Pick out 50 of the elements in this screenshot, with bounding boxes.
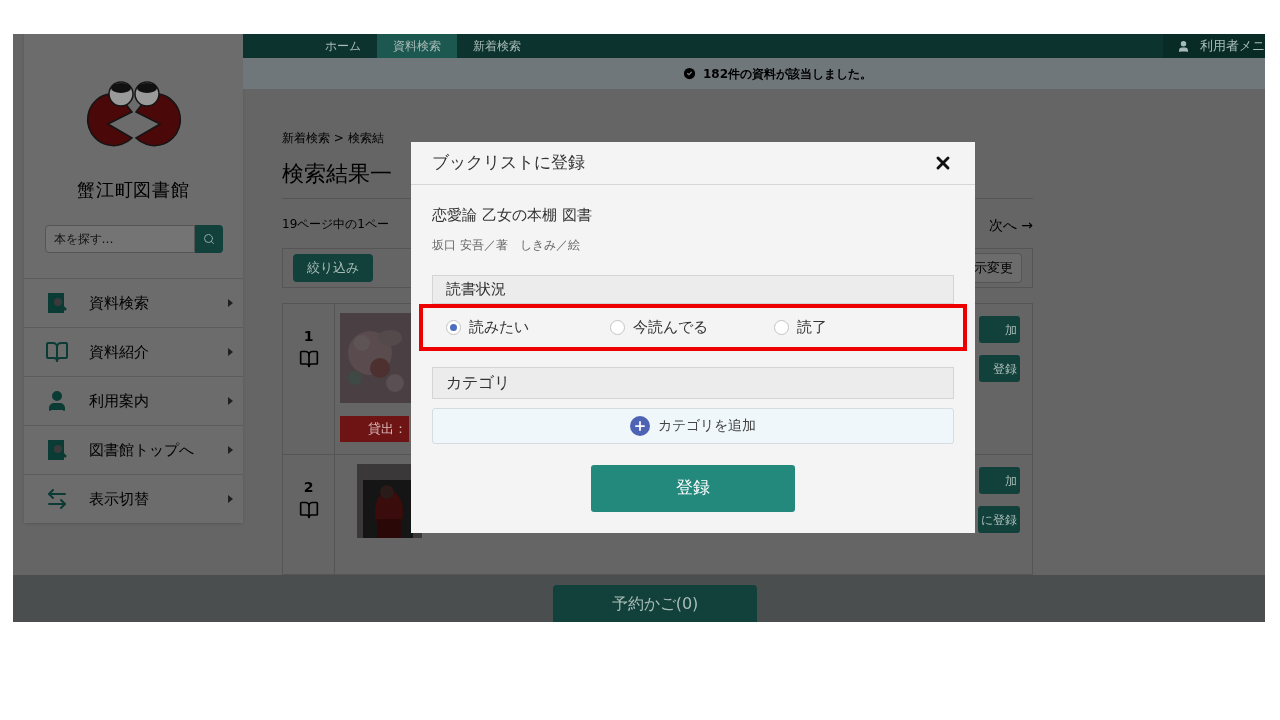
search-icon <box>202 233 215 245</box>
action-button[interactable]: 加 <box>979 467 1020 494</box>
radio-option[interactable]: 今読んでる <box>610 315 774 339</box>
menu-item[interactable]: 図書館トップへ <box>24 425 243 474</box>
nav-tab[interactable]: ホーム <box>309 34 377 59</box>
menu-item[interactable]: 資料検索 <box>24 278 243 327</box>
book-search-icon <box>45 438 69 462</box>
swap-arrows-icon <box>45 487 69 511</box>
book-authors: 坂口 安吾／著 しきみ／絵 <box>432 236 581 254</box>
section-header: カテゴリ <box>432 366 954 399</box>
next-link[interactable]: 次へ → <box>988 215 1033 236</box>
caret-icon <box>228 446 233 454</box>
breadcrumb: 新着検索 > 検索結 <box>282 130 385 147</box>
radio-option[interactable]: 読みたい <box>446 315 610 339</box>
status-label: 貸出： <box>340 416 409 442</box>
filter-button[interactable]: 絞り込み <box>293 254 373 282</box>
result-number: 2 <box>303 478 314 497</box>
add-category-button[interactable]: カテゴリを追加 <box>432 407 954 444</box>
action-button[interactable]: に登録 <box>978 506 1020 533</box>
caret-icon <box>228 397 233 405</box>
menu-item[interactable]: 表示切替 <box>24 474 243 523</box>
open-book-icon <box>45 340 69 364</box>
result-number: 1 <box>303 327 314 346</box>
caret-icon <box>228 348 233 356</box>
cart-button[interactable]: 予約かご(0) <box>553 585 757 622</box>
plus-icon <box>630 415 650 436</box>
radio-button[interactable] <box>774 319 789 335</box>
menu-item[interactable]: 利用案内 <box>24 376 243 425</box>
check-icon <box>681 66 697 82</box>
radio-button[interactable] <box>446 319 461 335</box>
page-info: 19ページ中の1ペー <box>282 216 389 233</box>
notice-bar: 182件の資料が該当しました。 <box>243 58 1265 89</box>
radio-option[interactable]: 読了 <box>774 315 938 339</box>
search-button[interactable] <box>194 225 223 253</box>
nav-tab[interactable]: 新着検索 <box>457 34 537 59</box>
submit-button[interactable]: 登録 <box>591 464 795 512</box>
library-name: 蟹江町図書館 <box>76 178 191 202</box>
section-header: 読書状況 <box>432 274 954 304</box>
action-button[interactable]: 加 <box>979 316 1020 343</box>
book-search-icon <box>45 291 69 315</box>
search-field[interactable]: 本を探す… <box>44 225 195 253</box>
book-title: 恋愛論 乙女の本棚 図書 <box>432 205 593 226</box>
caret-icon <box>228 299 233 307</box>
caret-icon <box>228 495 233 503</box>
nav-tab[interactable]: 資料検索 <box>377 34 457 59</box>
user-icon <box>1177 39 1190 53</box>
menu-item[interactable]: 資料紹介 <box>24 327 243 376</box>
radio-button[interactable] <box>610 319 625 335</box>
user-menu[interactable]: 利用者メニ <box>1163 34 1265 59</box>
action-button[interactable]: 登録 <box>979 355 1020 382</box>
